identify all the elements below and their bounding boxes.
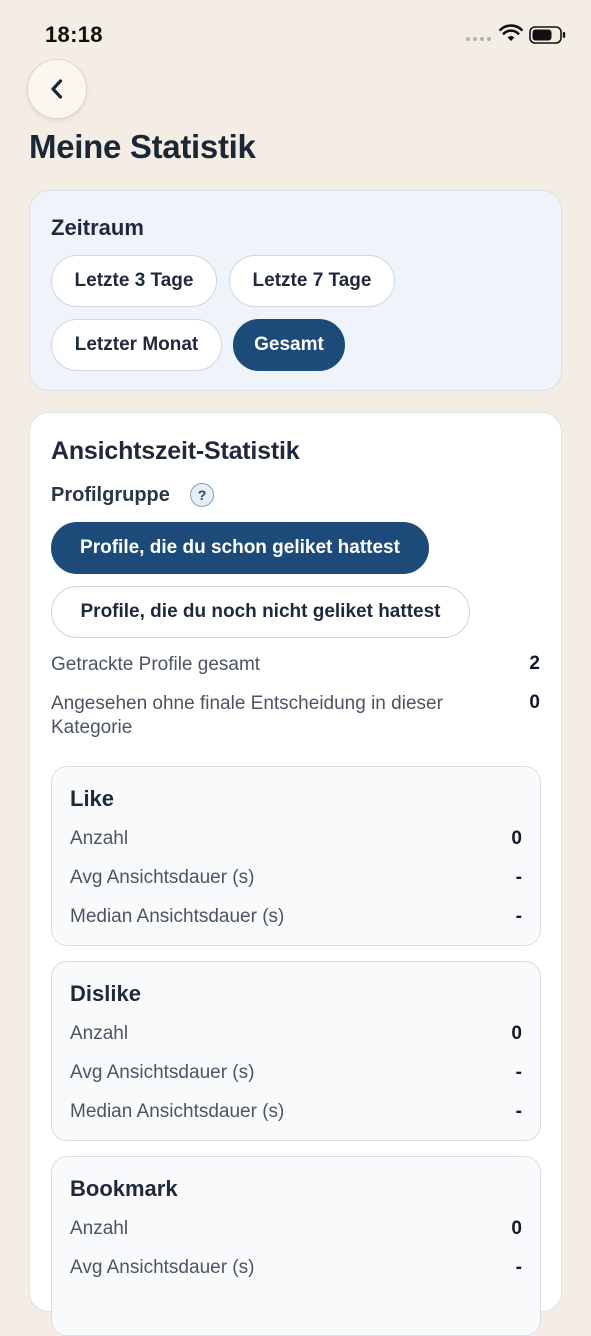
row-label-median: Median Ansichtsdauer (s): [70, 1101, 285, 1122]
row-label-avg: Avg Ansichtsdauer (s): [70, 1257, 255, 1278]
category-card-dislike: Dislike Anzahl 0 Avg Ansichtsdauer (s) -…: [51, 961, 541, 1141]
summary-value-tracked: 2: [529, 653, 540, 674]
chip-last-7-days[interactable]: Letzte 7 Tage: [229, 255, 395, 307]
view-time-stats-card: Ansichtszeit-Statistik Profilgruppe ? Pr…: [29, 412, 562, 1336]
category-title: Dislike: [70, 981, 141, 1006]
cellular-signal-icon: [466, 37, 491, 41]
chevron-left-icon: [51, 79, 63, 99]
battery-icon: [529, 26, 566, 44]
row-label-avg: Avg Ansichtsdauer (s): [70, 1062, 255, 1083]
category-title: Like: [70, 786, 115, 811]
back-button[interactable]: [27, 59, 87, 119]
help-icon[interactable]: ?: [190, 483, 214, 507]
row-value-avg: -: [515, 867, 522, 888]
timeframe-title: Zeitraum: [51, 215, 144, 240]
row-label-count: Anzahl: [70, 828, 129, 849]
summary-label-undecided: Angesehen ohne finale Entscheidung in di…: [51, 693, 443, 738]
row-label-count: Anzahl: [70, 1218, 129, 1239]
summary-value-undecided: 0: [529, 692, 540, 713]
status-bar: 18:18: [0, 0, 591, 70]
row-value-count: 0: [511, 1023, 522, 1044]
chip-total[interactable]: Gesamt: [233, 319, 345, 371]
stats-section-title: Ansichtszeit-Statistik: [51, 437, 300, 465]
row-value-median: -: [515, 906, 522, 927]
category-card-bookmark: Bookmark Anzahl 0 Avg Ansichtsdauer (s) …: [51, 1156, 541, 1336]
group-chip-not-liked[interactable]: Profile, die du noch nicht geliket hatte…: [51, 586, 470, 638]
chip-last-month[interactable]: Letzter Monat: [51, 319, 222, 371]
wifi-icon: [499, 24, 523, 41]
row-label-median: Median Ansichtsdauer (s): [70, 906, 285, 927]
row-value-count: 0: [511, 1218, 522, 1239]
row-value-avg: -: [515, 1257, 522, 1278]
page-title: Meine Statistik: [29, 128, 256, 165]
chip-last-3-days[interactable]: Letzte 3 Tage: [51, 255, 217, 307]
timeframe-card: Zeitraum Letzte 3 Tage Letzte 7 Tage Let…: [29, 190, 562, 391]
category-title: Bookmark: [70, 1176, 178, 1201]
row-label-avg: Avg Ansichtsdauer (s): [70, 867, 255, 888]
category-card-like: Like Anzahl 0 Avg Ansichtsdauer (s) - Me…: [51, 766, 541, 946]
group-chip-liked[interactable]: Profile, die du schon geliket hattest: [51, 522, 429, 574]
status-time: 18:18: [45, 22, 103, 47]
summary-label-tracked: Getrackte Profile gesamt: [51, 654, 261, 675]
profile-group-label: Profilgruppe: [51, 484, 170, 506]
row-value-count: 0: [511, 828, 522, 849]
row-value-avg: -: [515, 1062, 522, 1083]
row-label-count: Anzahl: [70, 1023, 129, 1044]
row-value-median: -: [515, 1101, 522, 1122]
